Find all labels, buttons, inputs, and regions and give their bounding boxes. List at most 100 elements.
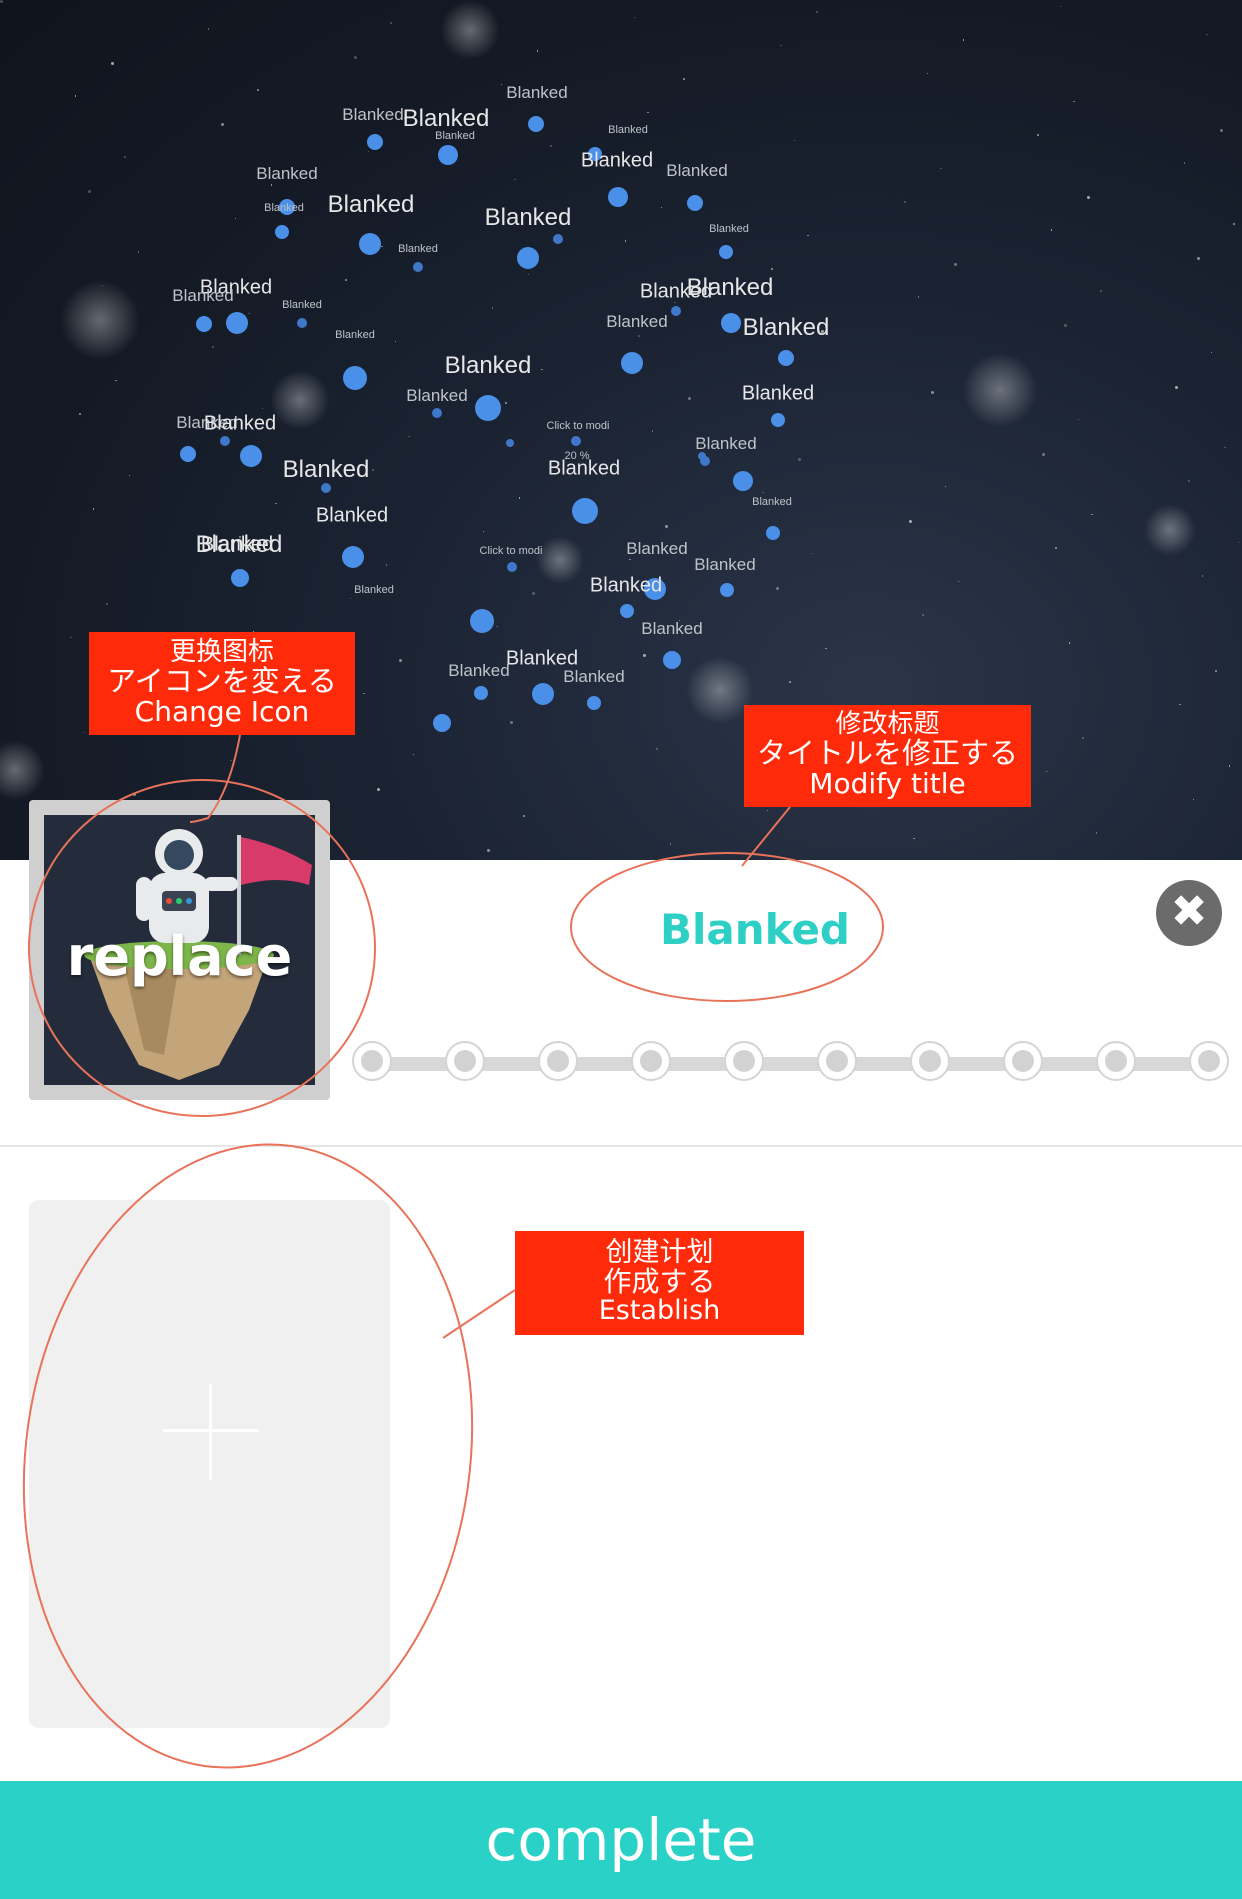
plan-node[interactable] [470, 609, 494, 633]
plan-node[interactable] [196, 316, 212, 332]
node-label: Blanked [666, 161, 727, 181]
progress-step[interactable] [1003, 1041, 1043, 1081]
star [496, 626, 498, 628]
star [1096, 832, 1098, 834]
plan-node[interactable] [506, 439, 514, 447]
plan-node[interactable] [226, 312, 248, 334]
node-label: Blanked [506, 83, 567, 103]
close-button[interactable]: ✖ [1156, 880, 1222, 946]
progress-step[interactable] [817, 1041, 857, 1081]
star [368, 151, 370, 153]
progress-step-dot [361, 1050, 383, 1072]
star [510, 721, 513, 724]
star [0, 0, 3, 3]
plan-node[interactable] [720, 583, 734, 597]
star [688, 397, 691, 400]
plan-node[interactable] [180, 446, 196, 462]
plan-node[interactable] [220, 436, 230, 446]
complete-button[interactable]: complete [0, 1781, 1242, 1899]
star [133, 793, 136, 796]
plan-node[interactable] [587, 696, 601, 710]
plan-node[interactable] [571, 436, 581, 446]
progress-step[interactable] [1189, 1041, 1229, 1081]
progress-step[interactable] [724, 1041, 764, 1081]
plan-node[interactable] [231, 569, 249, 587]
progress-step[interactable] [445, 1041, 485, 1081]
star [931, 391, 934, 394]
plan-node[interactable] [517, 247, 539, 269]
plan-node[interactable] [240, 445, 262, 467]
plan-node[interactable] [297, 318, 307, 328]
plan-node[interactable] [438, 145, 458, 165]
plan-node[interactable] [433, 714, 451, 732]
star [789, 681, 791, 683]
add-plan-card[interactable] [29, 1200, 390, 1728]
star [1046, 771, 1048, 773]
plan-node[interactable] [620, 604, 634, 618]
progress-step-dot [919, 1050, 941, 1072]
icon-picker[interactable]: replace [29, 800, 330, 1100]
node-label: Blanked [581, 150, 653, 173]
plan-node[interactable] [507, 562, 517, 572]
star [683, 78, 685, 80]
plan-node[interactable] [766, 526, 780, 540]
star [372, 469, 374, 471]
progress-step[interactable] [538, 1041, 578, 1081]
plan-node[interactable] [432, 408, 442, 418]
plan-node[interactable] [343, 366, 367, 390]
plan-node[interactable] [572, 498, 598, 524]
plan-node[interactable] [608, 187, 628, 207]
plan-node[interactable] [475, 395, 501, 421]
plan-node[interactable] [671, 306, 681, 316]
star [913, 838, 915, 840]
plan-node[interactable] [342, 546, 364, 568]
plan-node[interactable] [359, 233, 381, 255]
star [541, 369, 543, 371]
star [958, 581, 960, 583]
star [84, 732, 86, 734]
star [106, 603, 108, 605]
progress-step[interactable] [352, 1041, 392, 1081]
plan-node[interactable] [621, 352, 643, 374]
plan-node[interactable] [321, 483, 331, 493]
progress-step[interactable] [1096, 1041, 1136, 1081]
star [954, 263, 957, 266]
plan-node[interactable] [771, 413, 785, 427]
plan-node[interactable] [719, 245, 733, 259]
plan-node[interactable] [413, 262, 423, 272]
star [350, 598, 352, 600]
node-label: Blanked [687, 274, 774, 302]
star [248, 313, 250, 315]
plan-node[interactable] [663, 651, 681, 669]
plan-title[interactable]: Blanked [620, 905, 890, 954]
star [550, 145, 552, 147]
progress-step[interactable] [910, 1041, 950, 1081]
plan-node[interactable] [367, 134, 383, 150]
star [230, 760, 232, 762]
plan-node[interactable] [528, 116, 544, 132]
plan-node[interactable] [474, 686, 488, 700]
star [138, 251, 140, 253]
star [129, 475, 131, 477]
star [1188, 480, 1190, 482]
star [634, 17, 636, 19]
plan-node[interactable] [553, 234, 563, 244]
star [652, 430, 654, 432]
star-glow [440, 0, 500, 60]
plan-node[interactable] [721, 313, 741, 333]
star [780, 45, 782, 47]
star [363, 693, 365, 695]
star [1100, 290, 1102, 292]
plan-node[interactable] [778, 350, 794, 366]
star [927, 73, 929, 75]
progress-slider-track[interactable] [368, 1057, 1204, 1071]
plan-node[interactable] [687, 195, 703, 211]
star [816, 11, 818, 13]
node-label: Blanked [641, 619, 702, 639]
plan-node[interactable] [733, 471, 753, 491]
star [483, 531, 485, 533]
plan-node[interactable] [532, 683, 554, 705]
star [1229, 765, 1231, 767]
progress-step[interactable] [631, 1041, 671, 1081]
plan-node[interactable] [275, 225, 289, 239]
